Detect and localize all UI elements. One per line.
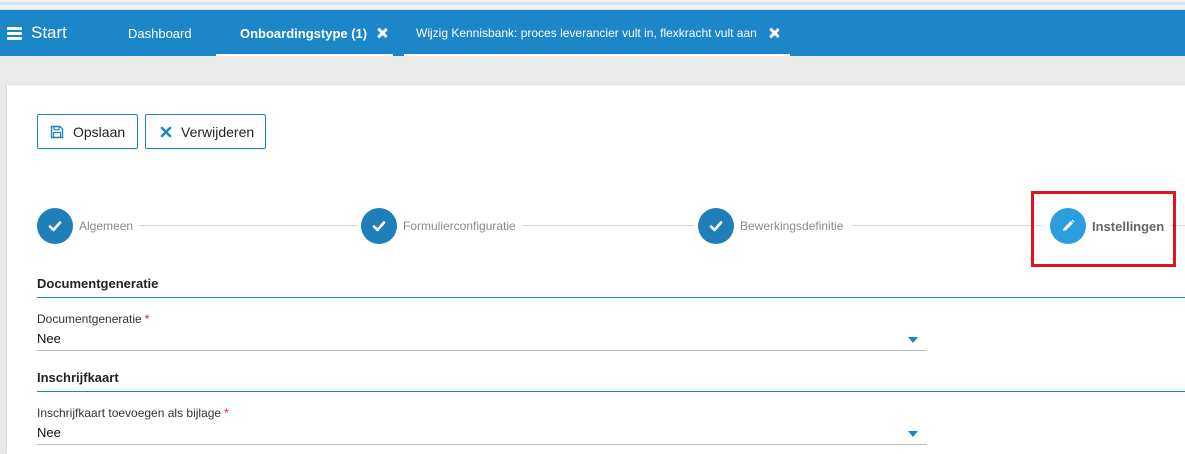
window-top-strip: [0, 0, 1185, 10]
step-formulierconfiguratie[interactable]: Formulierconfiguratie: [361, 208, 522, 244]
section-title-inschrijfkaart: Inschrijfkaart: [37, 370, 119, 385]
close-icon[interactable]: [377, 28, 387, 38]
delete-button[interactable]: Verwijderen: [145, 114, 266, 149]
field-label-text: Documentgeneratie: [37, 312, 142, 326]
field-label-inschrijfkaart: Inschrijfkaart toevoegen als bijlage *: [37, 406, 229, 420]
tab-wijzig-kennisbank[interactable]: Wijzig Kennisbank: proces leverancier vu…: [404, 10, 790, 56]
step-bewerkingsdefinitie[interactable]: Bewerkingsdefinitie: [698, 208, 850, 244]
field-label-text: Inschrijfkaart toevoegen als bijlage: [37, 406, 222, 420]
hamburger-icon: [7, 27, 22, 40]
stepper-connector: [852, 225, 1042, 226]
select-value: Nee: [37, 425, 61, 440]
step-circle: [37, 208, 73, 244]
stepper-connector: [522, 225, 694, 226]
stepper-connector: [137, 225, 357, 226]
check-icon: [48, 221, 62, 232]
tab-onboardingstype-label: Onboardingstype (1): [240, 25, 368, 41]
content-card: Opslaan Verwijderen Algemeen Formulierco…: [7, 85, 1185, 454]
delete-button-label: Verwijderen: [181, 123, 255, 140]
inschrijfkaart-select[interactable]: Nee: [37, 423, 927, 445]
required-marker: *: [144, 312, 150, 326]
section-title-documentgeneratie: Documentgeneratie: [37, 276, 159, 291]
start-label: Start: [31, 23, 67, 42]
step-circle: [698, 208, 734, 244]
step-label: Bewerkingsdefinitie: [740, 219, 850, 233]
step-circle: [361, 208, 397, 244]
step-algemeen[interactable]: Algemeen: [37, 208, 140, 244]
check-icon: [709, 221, 723, 232]
delete-x-icon: [160, 126, 172, 137]
top-navbar: Start Dashboard Onboardingstype (1) Wijz…: [0, 10, 1185, 56]
tab-dashboard-label: Dashboard: [128, 25, 192, 41]
tab-wijzig-kennisbank-label: Wijzig Kennisbank: proces leverancier vu…: [416, 26, 757, 40]
field-label-documentgeneratie: Documentgeneratie *: [37, 312, 149, 326]
section-divider: [37, 297, 1185, 298]
save-button[interactable]: Opslaan: [37, 114, 138, 149]
select-value: Nee: [37, 331, 61, 346]
save-button-label: Opslaan: [73, 123, 126, 140]
check-icon: [372, 221, 386, 232]
required-marker: *: [224, 406, 229, 420]
floppy-disk-icon: [50, 125, 64, 138]
caret-down-icon: [908, 431, 918, 437]
tab-onboardingstype[interactable]: Onboardingstype (1): [216, 10, 393, 56]
documentgeneratie-select[interactable]: Nee: [37, 329, 927, 351]
start-menu-button[interactable]: Start: [7, 10, 67, 56]
step-label: Formulierconfiguratie: [403, 219, 522, 233]
section-divider: [37, 391, 1185, 392]
highlight-box: [1031, 191, 1176, 267]
top-strip-bar: [0, 2, 1185, 5]
tab-dashboard[interactable]: Dashboard: [128, 10, 192, 56]
caret-down-icon: [908, 337, 918, 343]
step-label: Algemeen: [79, 219, 140, 233]
close-icon[interactable]: [769, 28, 779, 38]
